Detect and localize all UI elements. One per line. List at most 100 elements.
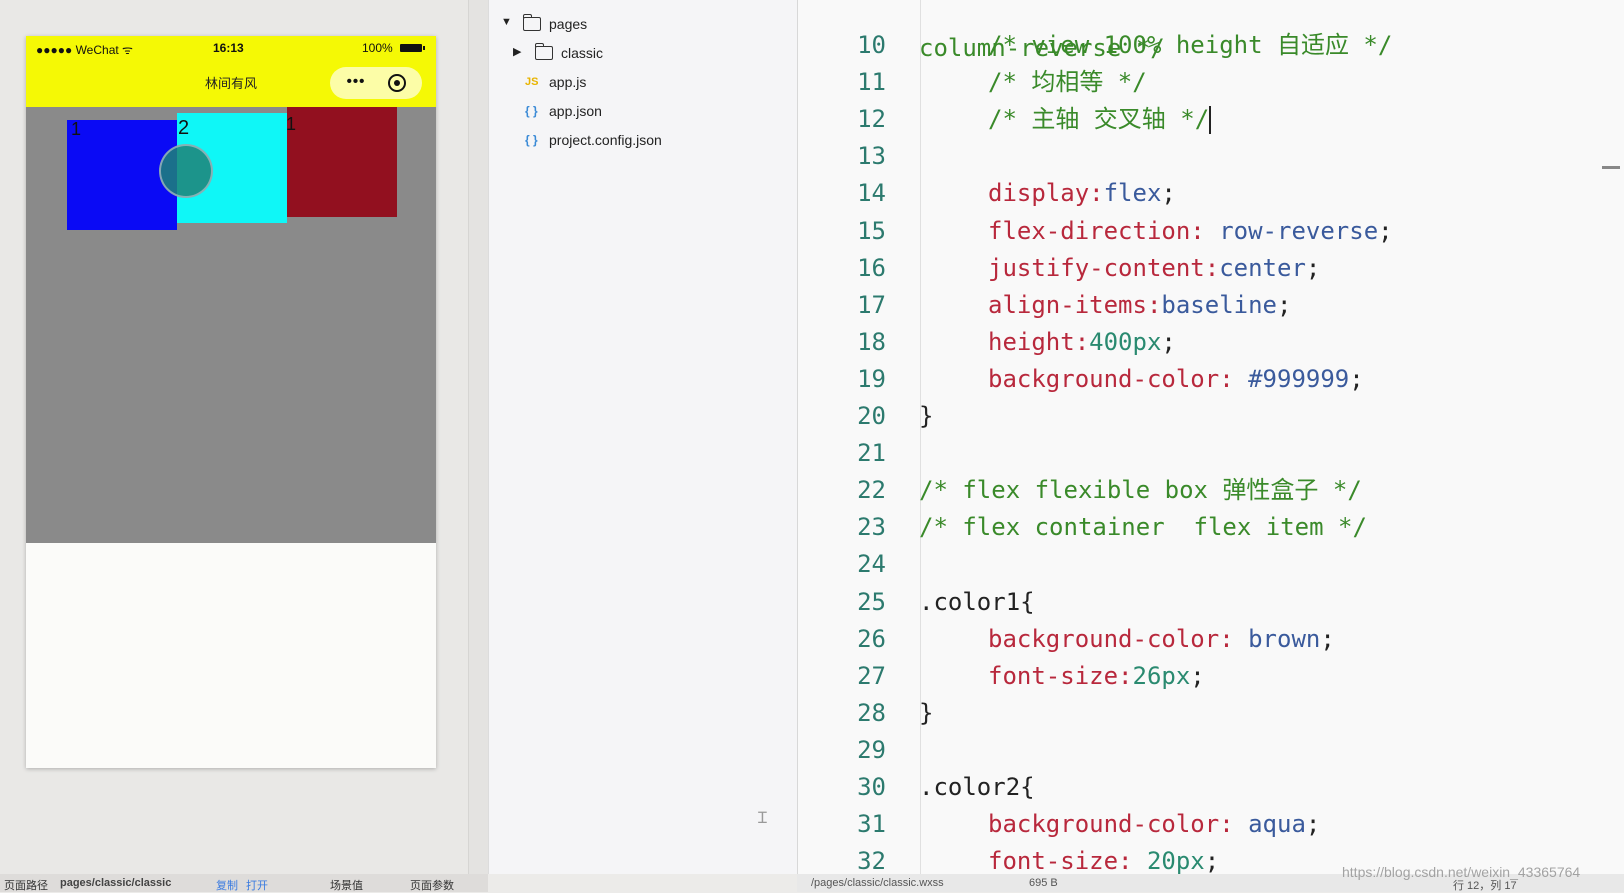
code-text: align-items:baseline; bbox=[988, 290, 1292, 319]
code-text: /* flex flexible box 弹性盒子 */ bbox=[919, 476, 1362, 505]
simulator-bottom-bar: 页面路径 pages/classic/classic 复制 打开 场景值 页面参… bbox=[0, 874, 488, 892]
page-path: pages/classic/classic bbox=[60, 877, 172, 889]
line-number: 13 bbox=[857, 142, 886, 171]
code-line: 19 background-color: #999999; bbox=[798, 361, 1624, 398]
file-tree: ▼ pages ▶ classic JS app.js { } app.json… bbox=[488, 0, 798, 874]
tree-item-pages[interactable]: ▼ pages bbox=[501, 14, 791, 36]
code-text: background-color: brown; bbox=[988, 624, 1335, 653]
code-text: background-color: #999999; bbox=[988, 364, 1364, 393]
simulator-scrollbar[interactable] bbox=[468, 0, 489, 874]
code-text: display:flex; bbox=[988, 179, 1176, 208]
js-file-icon: JS bbox=[525, 76, 539, 88]
code-text: height:400px; bbox=[988, 327, 1176, 356]
code-text: background-color: aqua; bbox=[988, 810, 1321, 839]
tree-item-classic[interactable]: ▶ classic bbox=[513, 43, 791, 65]
tree-item-label: app.js bbox=[549, 74, 587, 90]
code-line: 17 align-items:baseline; bbox=[798, 287, 1624, 324]
phone-screen: ●●●●● WeChat ᯤ 16:13 100% 林间有风 ••• 1 2 1 bbox=[26, 36, 436, 768]
code-text: font-size:26px; bbox=[988, 661, 1205, 690]
line-number: 21 bbox=[857, 439, 886, 468]
more-icon[interactable]: ••• bbox=[340, 73, 372, 90]
line-number: 30 bbox=[857, 773, 886, 801]
copy-link[interactable]: 复制 bbox=[216, 877, 238, 893]
caret-down-icon[interactable]: ▼ bbox=[501, 16, 512, 28]
code-line: 10 /* view 100% height 自适应 */ bbox=[798, 27, 1624, 64]
line-number: 24 bbox=[857, 550, 886, 579]
page-params-button[interactable]: 页面参数 bbox=[410, 877, 454, 893]
code-text: flex-direction: row-reverse; bbox=[988, 216, 1393, 245]
line-number: 18 bbox=[857, 327, 886, 356]
line-number: 25 bbox=[857, 587, 886, 616]
code-line: 22 /* flex flexible box 弹性盒子 */ bbox=[798, 472, 1624, 509]
tree-item-label: project.config.json bbox=[549, 132, 662, 148]
code-line: 14 display:flex; bbox=[798, 175, 1624, 212]
page-path-label: 页面路径 bbox=[4, 880, 48, 892]
flex-container: 1 2 1 bbox=[26, 107, 436, 543]
code-line: 20} bbox=[798, 398, 1624, 435]
code-line: column-reverse */ bbox=[798, 0, 1624, 62]
code-line: 23 /* flex container flex item */ bbox=[798, 509, 1624, 546]
line-number: 26 bbox=[857, 624, 886, 653]
folder-icon bbox=[535, 43, 553, 60]
code-line: 24 bbox=[798, 546, 1624, 583]
status-time: 16:13 bbox=[213, 41, 244, 55]
touch-indicator bbox=[159, 144, 213, 198]
code-line: 15 flex-direction: row-reverse; bbox=[798, 213, 1624, 250]
line-number: 15 bbox=[857, 216, 886, 245]
code-line: 28} bbox=[798, 695, 1624, 732]
line-number: 28 bbox=[857, 698, 886, 727]
signal-indicator: ●●●●● WeChat ᯤ bbox=[36, 43, 133, 57]
code-text: justify-content:center; bbox=[988, 253, 1321, 282]
json-file-icon: { } bbox=[525, 104, 538, 118]
line-number: 27 bbox=[857, 661, 886, 690]
code-line: 31 background-color: aqua; bbox=[798, 806, 1624, 843]
json-file-icon: { } bbox=[525, 133, 538, 147]
flex-item-label: 1 bbox=[71, 119, 82, 139]
code-text: /* 主轴 交叉轴 */ bbox=[988, 105, 1212, 135]
watermark: https://blog.csdn.net/weixin_43365764 bbox=[1342, 864, 1581, 880]
code-text: .color2{ bbox=[919, 773, 1035, 801]
code-line: 16 justify-content:center; bbox=[798, 250, 1624, 287]
code-line: 21 bbox=[798, 435, 1624, 472]
code-line: 30 .color2{ bbox=[798, 769, 1624, 806]
code-text: } bbox=[919, 698, 934, 727]
line-number: 22 bbox=[857, 476, 886, 505]
flex-item-label: 2 bbox=[178, 117, 190, 139]
tree-item-app-json[interactable]: { } app.json bbox=[525, 101, 791, 123]
line-number: 12 bbox=[857, 105, 886, 134]
code-text: /* 均相等 */ bbox=[988, 68, 1147, 97]
folder-icon bbox=[523, 14, 541, 31]
text-cursor bbox=[1209, 106, 1212, 135]
line-number: 17 bbox=[857, 290, 886, 319]
code-line: 26 background-color: brown; bbox=[798, 621, 1624, 658]
code-text: /* view 100% height 自适应 */ bbox=[988, 31, 1393, 59]
battery-percent: 100% bbox=[362, 41, 393, 55]
code-line: 27 font-size:26px; bbox=[798, 658, 1624, 695]
line-number: 14 bbox=[857, 179, 886, 208]
tree-item-label: classic bbox=[561, 45, 604, 61]
code-line: 13 bbox=[798, 138, 1624, 175]
tree-item-app-js[interactable]: JS app.js bbox=[525, 72, 791, 94]
code-line: 11 /* 均相等 */ bbox=[798, 64, 1624, 101]
line-number: 31 bbox=[857, 810, 886, 839]
editor-scroll-marker[interactable] bbox=[1602, 166, 1620, 169]
open-link[interactable]: 打开 bbox=[246, 877, 268, 893]
flex-item-brown bbox=[287, 107, 397, 217]
line-number: 29 bbox=[857, 735, 886, 764]
line-number: 23 bbox=[857, 513, 886, 542]
caret-right-icon[interactable]: ▶ bbox=[513, 45, 521, 58]
close-target-icon[interactable] bbox=[388, 74, 406, 92]
line-number: 19 bbox=[857, 364, 886, 393]
tree-item-project-config[interactable]: { } project.config.json bbox=[525, 130, 791, 152]
file-size: 695 B bbox=[1029, 877, 1058, 889]
phone-header: ●●●●● WeChat ᯤ 16:13 100% 林间有风 ••• bbox=[26, 36, 436, 107]
code-line: 25 .color1{ bbox=[798, 584, 1624, 621]
scene-value-button[interactable]: 场景值 bbox=[330, 877, 363, 893]
code-text: } bbox=[919, 402, 934, 430]
status-bar: ●●●●● WeChat ᯤ 16:13 100% bbox=[26, 36, 436, 58]
line-number: 11 bbox=[857, 68, 886, 97]
file-path: /pages/classic/classic.wxss bbox=[811, 877, 944, 889]
code-line: 18 height:400px; bbox=[798, 324, 1624, 361]
code-editor[interactable]: column-reverse */ 10 /* view 100% height … bbox=[797, 0, 1624, 875]
flex-item-label: 1 bbox=[286, 114, 297, 134]
